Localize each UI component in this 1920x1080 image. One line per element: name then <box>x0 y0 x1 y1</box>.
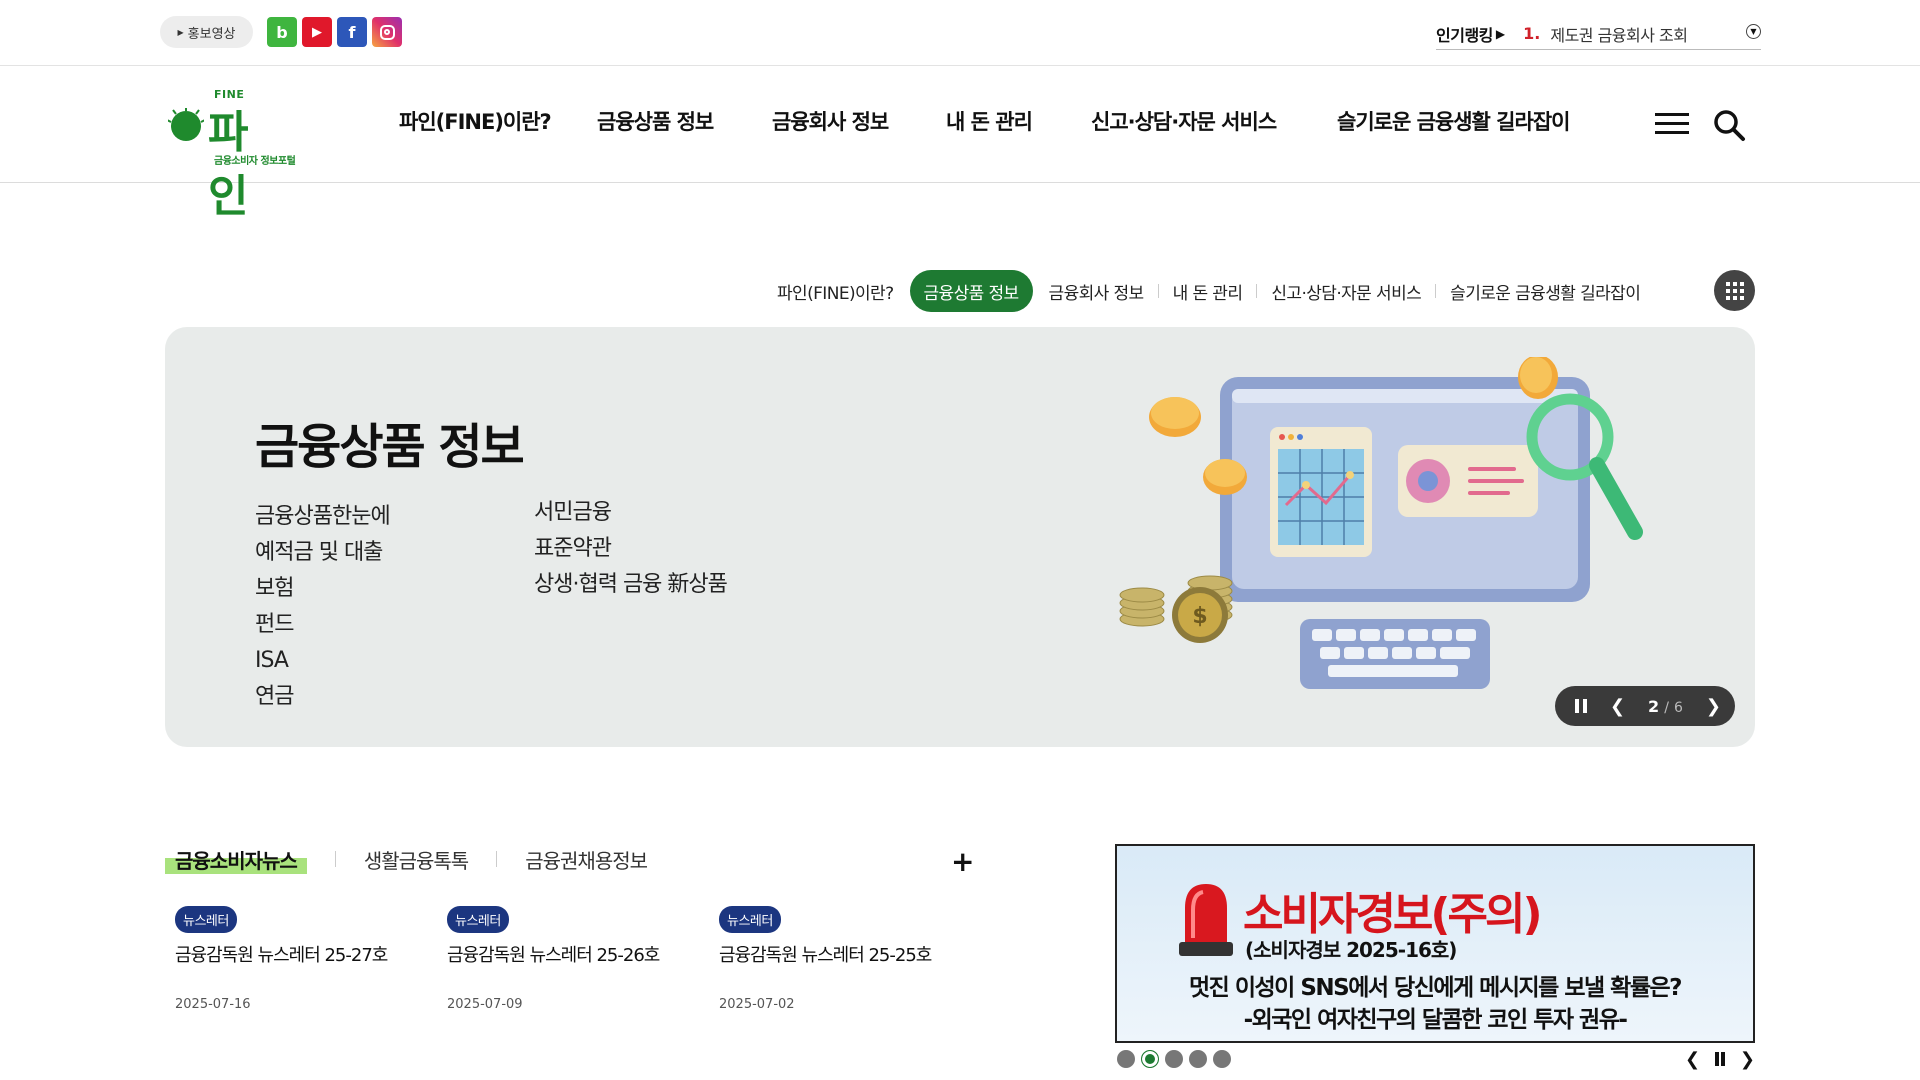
chevron-right-icon[interactable]: ❯ <box>1706 696 1721 717</box>
chevron-down-icon[interactable]: ▼ <box>1746 24 1761 39</box>
news-badge: 뉴스레터 <box>719 906 781 933</box>
promo-video-button[interactable]: ▶ 홍보영상 <box>160 16 253 48</box>
subnav-about-fine[interactable]: 파인(FINE)이란? <box>763 279 908 304</box>
tab-finance-jobs[interactable]: 금융권채용정보 <box>525 845 648 874</box>
slide-current: 2 <box>1647 696 1660 716</box>
hero-links-column-2: 서민금융 표준약관 상생·협력 금융 新상품 <box>534 495 728 603</box>
pagination-dot[interactable] <box>1165 1050 1183 1068</box>
news-item[interactable]: 뉴스레터 금융감독원 뉴스레터 25-27호 2025-07-16 <box>175 906 425 1012</box>
news-date: 2025-07-02 <box>719 997 795 1012</box>
banner-pagination <box>1117 1050 1231 1068</box>
pause-icon[interactable] <box>1715 1052 1725 1066</box>
chevron-left-icon[interactable]: ❮ <box>1685 1049 1700 1070</box>
instagram-icon[interactable] <box>372 17 402 47</box>
youtube-icon[interactable]: ▶ <box>302 17 332 47</box>
pagination-dot[interactable] <box>1117 1050 1135 1068</box>
pagination-dot-active[interactable] <box>1141 1050 1159 1068</box>
slide-separator: / <box>1664 699 1669 716</box>
news-title[interactable]: 금융감독원 뉴스레터 25-27호 <box>175 941 425 967</box>
grid-menu-icon[interactable] <box>1714 270 1755 311</box>
news-date: 2025-07-16 <box>175 997 251 1012</box>
hero-link[interactable]: 펀드 <box>255 607 390 643</box>
chevron-left-icon[interactable]: ❮ <box>1610 696 1625 717</box>
hero-title: 금융상품 정보 <box>255 419 525 475</box>
site-logo[interactable]: FINE 파인 금융소비자 정보포털 <box>168 86 308 222</box>
top-utility-bar: ▶ 홍보영상 b ▶ f 인기랭킹 ▶ 1. 제도권 금융회사 조회 ▼ <box>0 0 1920 66</box>
blog-icon[interactable]: b <box>267 17 297 47</box>
banner-line-2: -외국인 여자친구의 달콤한 코인 투자 권유- <box>1243 1007 1628 1033</box>
menu-icon[interactable] <box>1655 113 1689 137</box>
news-title[interactable]: 금융감독원 뉴스레터 25-26호 <box>447 941 697 967</box>
slide-total: 6 <box>1674 699 1683 716</box>
divider <box>496 851 498 867</box>
gnb-my-money[interactable]: 내 돈 관리 <box>946 106 1033 146</box>
ranking-number: 1. <box>1523 24 1541 43</box>
hero-link[interactable]: 연금 <box>255 679 390 715</box>
banner-title: 소비자경보(주의) <box>1243 889 1543 940</box>
consumer-alert-banner[interactable]: 소비자경보(주의) (소비자경보 2025-16호) 멋진 이성이 SNS에서 … <box>1115 844 1755 1043</box>
news-title[interactable]: 금융감독원 뉴스레터 25-25호 <box>719 941 969 967</box>
news-badge: 뉴스레터 <box>175 906 237 933</box>
hero-link[interactable]: 상생·협력 금융 新상품 <box>534 567 728 603</box>
hero-link[interactable]: 예적금 및 대출 <box>255 535 390 571</box>
gnb-financial-companies[interactable]: 금융회사 정보 <box>772 106 889 146</box>
chevron-right-icon[interactable]: ❯ <box>1740 1049 1755 1070</box>
news-date: 2025-07-09 <box>447 997 523 1012</box>
hero-link[interactable]: 서민금융 <box>534 495 727 531</box>
hero-link[interactable]: 보험 <box>255 571 390 607</box>
news-item[interactable]: 뉴스레터 금융감독원 뉴스레터 25-26호 2025-07-09 <box>447 906 697 1012</box>
logo-subtitle: 금융소비자 정보포털 <box>214 156 296 167</box>
slide-counter: 2 / 6 <box>1648 697 1683 716</box>
gnb-report-consult[interactable]: 신고·상담·자문 서비스 <box>1091 106 1277 146</box>
pagination-dot[interactable] <box>1213 1050 1231 1068</box>
subnav-financial-products[interactable]: 금융상품 정보 <box>909 270 1033 312</box>
popular-ranking[interactable]: 인기랭킹 ▶ 1. 제도권 금융회사 조회 ▼ <box>1436 18 1761 50</box>
hero-link[interactable]: ISA <box>255 643 390 679</box>
computer-coins-illustration: $ <box>1119 357 1643 689</box>
subnav-my-money[interactable]: 내 돈 관리 <box>1159 279 1257 304</box>
hero-slider-controls: ❮ 2 / 6 ❯ <box>1555 686 1735 726</box>
news-badge: 뉴스레터 <box>447 906 509 933</box>
banner-line-1: 멋진 이성이 SNS에서 당신에게 메시지를 보낼 확률은? <box>1189 975 1682 1001</box>
promo-video-label: 홍보영상 <box>187 26 236 42</box>
search-icon[interactable] <box>1712 108 1746 142</box>
gnb-financial-guide[interactable]: 슬기로운 금융생활 길라잡이 <box>1337 106 1570 146</box>
logo-mark-icon <box>168 108 204 141</box>
gnb-about-fine[interactable]: 파인(FINE)이란? <box>399 106 552 146</box>
hero-link[interactable]: 금융상품한눈에 <box>255 499 391 535</box>
sub-navigation: 파인(FINE)이란? 금융상품 정보 금융회사 정보 내 돈 관리 신고·상담… <box>763 270 1654 312</box>
news-item[interactable]: 뉴스레터 금융감독원 뉴스레터 25-25호 2025-07-02 <box>719 906 969 1012</box>
banner-controls: ❮ ❯ <box>1685 1049 1755 1070</box>
tab-consumer-news[interactable]: 금융소비자뉴스 <box>165 844 307 874</box>
gnb-financial-products[interactable]: 금융상품 정보 <box>597 106 714 146</box>
subnav-financial-companies[interactable]: 금융회사 정보 <box>1035 279 1158 304</box>
tab-life-finance-talk[interactable]: 생활금융톡톡 <box>364 845 469 874</box>
divider <box>334 851 336 867</box>
ranking-label: 인기랭킹 <box>1436 25 1493 45</box>
svg-text:$: $ <box>1192 604 1207 629</box>
subnav-report-consult[interactable]: 신고·상담·자문 서비스 <box>1257 279 1435 304</box>
pause-icon[interactable] <box>1575 699 1587 713</box>
hero-link[interactable]: 표준약관 <box>534 531 727 567</box>
hero-slide: 금융상품 정보 금융상품한눈에 예적금 및 대출 보험 펀드 ISA 연금 서민… <box>165 327 1755 747</box>
pagination-dot[interactable] <box>1189 1050 1207 1068</box>
news-tabs: 금융소비자뉴스 생활금융톡톡 금융권채용정보 <box>165 843 648 875</box>
banner-subtitle: (소비자경보 2025-16호) <box>1245 938 1457 962</box>
more-news-button[interactable]: + <box>951 845 974 878</box>
ranking-arrow-icon: ▶ <box>1495 26 1506 41</box>
facebook-icon[interactable]: f <box>337 17 367 47</box>
ranking-text[interactable]: 제도권 금융회사 조회 <box>1550 22 1688 46</box>
main-header: FINE 파인 금융소비자 정보포털 파인(FINE)이란? 금융상품 정보 금… <box>0 66 1920 222</box>
hero-links-column-1: 금융상품한눈에 예적금 및 대출 보험 펀드 ISA 연금 <box>255 499 391 715</box>
subnav-financial-guide[interactable]: 슬기로운 금융생활 길라잡이 <box>1436 279 1654 304</box>
siren-icon <box>1179 884 1233 956</box>
play-triangle-icon: ▶ <box>177 27 184 37</box>
